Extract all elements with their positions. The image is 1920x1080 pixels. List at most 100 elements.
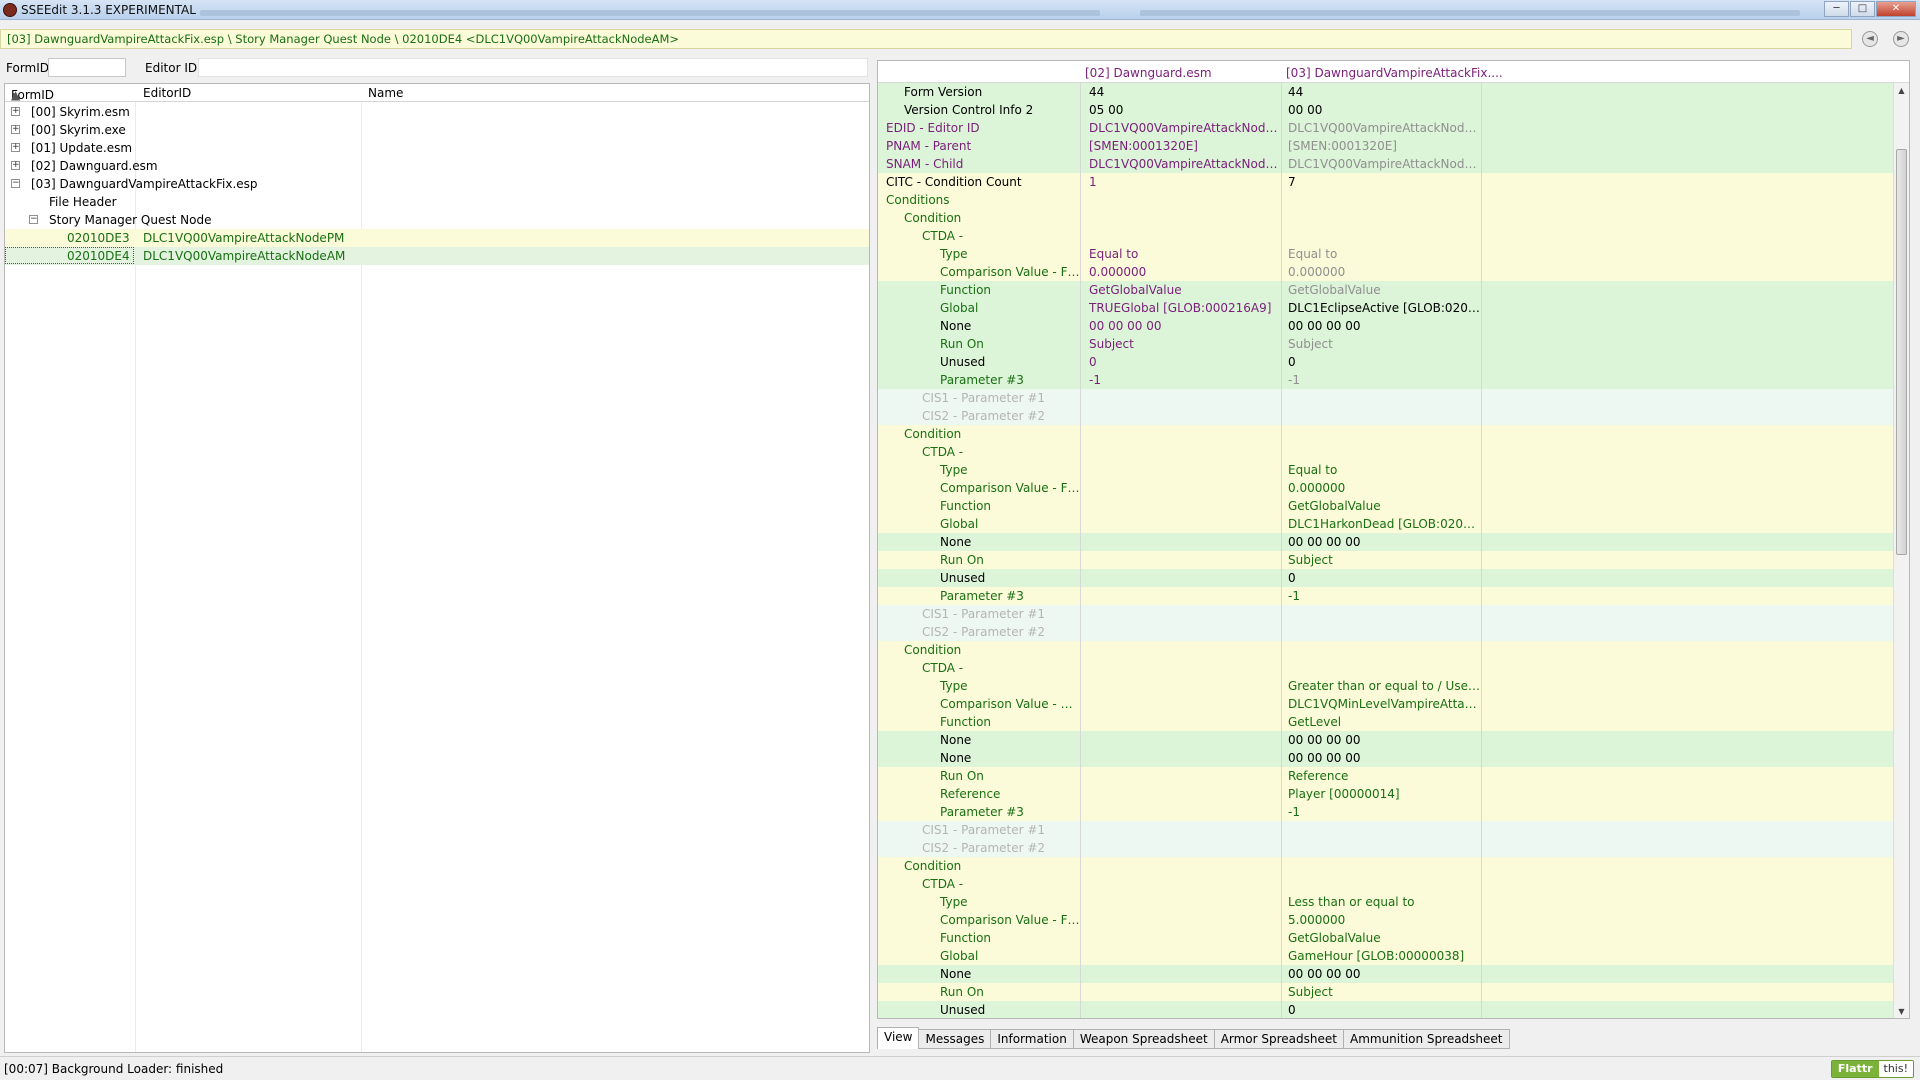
record-row[interactable]: Run On Subject [878,983,1895,1001]
tree-item-dawnguard-esm[interactable]: + [02] Dawnguard.esm [5,157,869,175]
record-value-dawnguard[interactable] [1081,911,1282,929]
record-row[interactable]: CTDA - [878,227,1895,245]
record-row[interactable]: Condition [878,641,1895,659]
record-value-dawnguard[interactable] [1081,893,1282,911]
record-value-dawnguard[interactable]: Equal to [1081,245,1282,263]
record-value-dawnguard[interactable] [1081,209,1282,227]
record-value-fix[interactable]: 00 00 00 00 [1282,533,1482,551]
record-value-dawnguard[interactable] [1081,929,1282,947]
record-value-dawnguard[interactable] [1081,191,1282,209]
record-row[interactable]: Unused 0 [878,569,1895,587]
record-value-fix[interactable] [1282,605,1482,623]
record-value-fix[interactable]: 0.000000 [1282,263,1482,281]
record-value-fix[interactable]: 0 [1282,569,1482,587]
record-value-fix[interactable] [1282,641,1482,659]
formid-filter-input[interactable] [48,58,126,77]
record-value-fix[interactable]: 00 00 00 00 [1282,749,1482,767]
record-value-dawnguard[interactable] [1081,785,1282,803]
record-value-fix[interactable]: GameHour [GLOB:00000038] [1282,947,1482,965]
column-dawnguard-esm[interactable]: [02] Dawnguard.esm [1085,66,1212,80]
record-value-dawnguard[interactable] [1081,695,1282,713]
record-value-fix[interactable]: Equal to [1282,245,1482,263]
record-value-fix[interactable]: Subject [1282,335,1482,353]
record-row[interactable]: CIS2 - Parameter #2 [878,623,1895,641]
record-row[interactable]: Type Greater than or equal to / Use glo..… [878,677,1895,695]
record-value-fix[interactable] [1282,407,1482,425]
record-value-fix[interactable] [1282,623,1482,641]
record-value-fix[interactable]: 7 [1282,173,1482,191]
record-value-dawnguard[interactable] [1081,533,1282,551]
record-row[interactable]: Function GetLevel [878,713,1895,731]
record-value-fix[interactable]: GetGlobalValue [1282,497,1482,515]
record-value-dawnguard[interactable] [1081,713,1282,731]
tab-information[interactable]: Information [991,1029,1074,1049]
record-value-fix[interactable]: 0 [1282,353,1482,371]
record-value-fix[interactable]: DLC1VQ00VampireAttackNodeP... [1282,155,1482,173]
record-value-fix[interactable]: -1 [1282,371,1482,389]
record-value-dawnguard[interactable] [1081,641,1282,659]
record-value-fix[interactable]: 00 00 00 00 [1282,965,1482,983]
tree-item-node-am-selected[interactable]: 02010DE4 DLC1VQ00VampireAttackNodeAM [5,247,869,265]
record-value-fix[interactable] [1282,209,1482,227]
record-row[interactable]: EDID - Editor ID DLC1VQ00VampireAttackNod… [878,119,1895,137]
record-row[interactable]: Function GetGlobalValue [878,929,1895,947]
record-row[interactable]: Version Control Info 2 05 00 00 00 [878,101,1895,119]
record-value-fix[interactable]: 00 00 00 00 [1282,317,1482,335]
record-row[interactable]: Parameter #3 -1 [878,803,1895,821]
record-value-dawnguard[interactable] [1081,947,1282,965]
record-row[interactable]: Run On Subject [878,551,1895,569]
record-value-fix[interactable]: 0.000000 [1282,479,1482,497]
record-row[interactable]: Parameter #3 -1 -1 [878,371,1895,389]
record-row[interactable]: PNAM - Parent [SMEN:0001320E] [SMEN:000132… [878,137,1895,155]
record-value-dawnguard[interactable]: Subject [1081,335,1282,353]
close-button[interactable]: ✕ [1876,1,1916,17]
record-value-dawnguard[interactable] [1081,659,1282,677]
record-value-fix[interactable]: Player [00000014] [1282,785,1482,803]
record-value-fix[interactable]: DLC1EclipseActive [GLOB:0200A2... [1282,299,1482,317]
record-row[interactable]: Comparison Value - Gl... DLC1VQMinLevelVa… [878,695,1895,713]
record-value-fix[interactable] [1282,839,1482,857]
record-value-dawnguard[interactable]: 44 [1081,83,1282,101]
record-value-dawnguard[interactable]: 1 [1081,173,1282,191]
record-row[interactable]: None 00 00 00 00 [878,731,1895,749]
record-value-fix[interactable]: Equal to [1282,461,1482,479]
record-value-dawnguard[interactable] [1081,461,1282,479]
record-value-dawnguard[interactable] [1081,983,1282,1001]
record-row[interactable]: CITC - Condition Count 1 7 [878,173,1895,191]
scrollbar-thumb[interactable] [1896,149,1907,555]
column-name[interactable]: Name [368,86,403,100]
record-value-dawnguard[interactable]: 00 00 00 00 [1081,317,1282,335]
record-value-fix[interactable] [1282,389,1482,407]
record-value-dawnguard[interactable]: DLC1VQ00VampireAttackNodeAM [1081,119,1282,137]
record-value-fix[interactable] [1282,425,1482,443]
record-value-dawnguard[interactable] [1081,965,1282,983]
record-row[interactable]: Condition [878,209,1895,227]
record-value-fix[interactable]: 00 00 00 00 [1282,731,1482,749]
record-row[interactable]: Comparison Value - Flo... 0.000000 0.00000… [878,263,1895,281]
tree-item-vampire-attack-fix-esp[interactable]: − [03] DawnguardVampireAttackFix.esp [5,175,869,193]
record-value-dawnguard[interactable] [1081,875,1282,893]
tree-item-file-header[interactable]: File Header [5,193,869,211]
record-row[interactable]: Type Equal to Equal to [878,245,1895,263]
record-row[interactable]: CIS1 - Parameter #1 [878,605,1895,623]
record-row[interactable]: Form Version 44 44 [878,83,1895,101]
record-value-fix[interactable]: GetGlobalValue [1282,929,1482,947]
editorid-filter-input[interactable] [198,58,868,77]
record-tree[interactable]: FormID ▲ EditorID Name + [00] Skyrim.esm … [4,83,870,1053]
expand-icon[interactable]: + [11,125,20,134]
record-row[interactable]: CTDA - [878,443,1895,461]
record-row[interactable]: Type Equal to [878,461,1895,479]
record-row[interactable]: CIS1 - Parameter #1 [878,821,1895,839]
record-value-fix[interactable]: DLC1VQMinLevelVampireAttacks ... [1282,695,1482,713]
record-row[interactable]: None 00 00 00 00 00 00 00 00 [878,317,1895,335]
tab-armor-spreadsheet[interactable]: Armor Spreadsheet [1214,1029,1344,1049]
record-value-fix[interactable]: Subject [1282,551,1482,569]
collapse-icon[interactable]: − [11,179,20,188]
record-value-dawnguard[interactable] [1081,1001,1282,1018]
column-editorid[interactable]: EditorID [143,86,191,100]
record-value-dawnguard[interactable] [1081,479,1282,497]
record-row[interactable]: Type Less than or equal to [878,893,1895,911]
record-value-fix[interactable]: -1 [1282,587,1482,605]
tree-item-node-pm[interactable]: 02010DE3 DLC1VQ00VampireAttackNodePM [5,229,869,247]
record-value-fix[interactable]: Greater than or equal to / Use glo... [1282,677,1482,695]
